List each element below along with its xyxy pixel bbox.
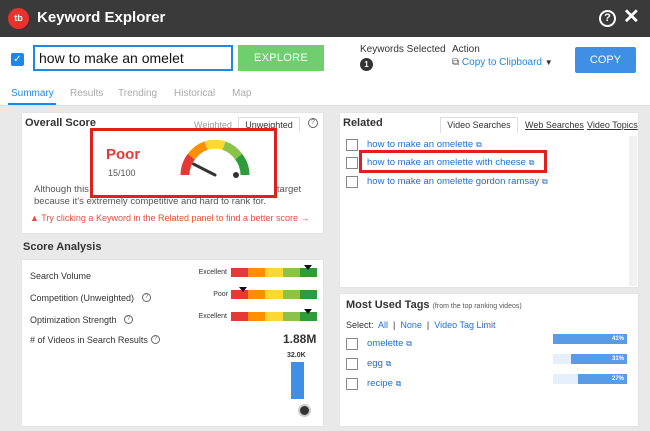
tag-bar-track: 41% <box>553 334 627 344</box>
tag-item[interactable]: omelette ⧉ <box>367 338 412 349</box>
related-item[interactable]: how to make an omelette gordon ramsay ⧉ <box>367 176 548 187</box>
tag-link: recipe <box>367 378 393 389</box>
select-all-link[interactable]: All <box>378 320 388 330</box>
tags-subtitle: (from the top ranking videos) <box>432 303 522 310</box>
tag-select-controls: Select: All | None | Video Tag Limit <box>346 320 496 330</box>
tag-link: egg <box>367 358 383 369</box>
tab-results[interactable]: Results <box>70 88 103 99</box>
score-tip-text: Try clicking a Keyword in the Related pa… <box>41 213 310 223</box>
tab-summary[interactable]: Summary <box>11 88 54 99</box>
tags-header: Most Used Tags (from the top ranking vid… <box>346 299 522 311</box>
tag-bar: 41% <box>553 334 627 344</box>
help-icon[interactable]: ? <box>599 10 616 27</box>
tag-checkbox[interactable] <box>346 378 358 390</box>
videos-in-results-value: 1.88M <box>283 332 317 346</box>
select-label: Select: <box>346 320 374 330</box>
gauge-needle <box>192 162 217 177</box>
external-link-icon: ⧉ <box>395 379 402 388</box>
optimization-marker <box>304 309 312 314</box>
channel-avatar[interactable] <box>298 404 311 417</box>
related-checkbox[interactable] <box>346 139 358 151</box>
videos-in-results-label: # of Videos in Search Results <box>30 335 148 345</box>
tab-web-searches[interactable]: Web Searches <box>525 120 584 130</box>
clipboard-icon: ⧉ <box>452 57 460 68</box>
warning-icon: ▲ <box>30 213 39 223</box>
related-item[interactable]: how to make an omelette ⧉ <box>367 139 482 150</box>
tag-item[interactable]: recipe ⧉ <box>367 378 401 389</box>
close-icon[interactable]: ✕ <box>623 6 640 28</box>
explore-button[interactable]: EXPLORE <box>238 45 324 71</box>
copy-button[interactable]: COPY <box>575 47 636 73</box>
videos-info-icon[interactable]: ? <box>151 335 160 344</box>
related-checkbox[interactable] <box>346 157 358 169</box>
app-logo: tb <box>8 8 29 29</box>
related-scrollbar[interactable] <box>629 136 637 286</box>
tag-bar: 27% <box>578 374 627 384</box>
related-checkbox[interactable] <box>346 176 358 188</box>
external-link-icon: ⧉ <box>406 339 412 348</box>
tab-historical[interactable]: Historical <box>174 88 215 99</box>
tab-map[interactable]: Map <box>232 88 251 99</box>
search-input[interactable] <box>33 45 233 71</box>
video-bar-label: 32.0K <box>287 352 306 359</box>
competition-marker <box>239 287 247 292</box>
video-tag-limit-link[interactable]: Video Tag Limit <box>434 320 495 330</box>
tag-bar-track: 31% <box>553 354 627 364</box>
search-volume-marker <box>304 265 312 270</box>
score-value: 15/100 <box>108 168 136 178</box>
score-analysis-title: Score Analysis <box>23 241 102 253</box>
copy-to-clipboard-label: Copy to Clipboard <box>461 57 542 68</box>
score-tip[interactable]: ▲ Try clicking a Keyword in the Related … <box>30 213 310 223</box>
competition-label: Competition (Unweighted) <box>30 293 135 303</box>
score-rating: Poor <box>106 146 141 163</box>
gauge-seg-yellow <box>204 140 226 150</box>
external-link-icon: ⧉ <box>385 359 392 368</box>
related-item-highlight <box>359 150 547 173</box>
score-gauge <box>180 140 250 178</box>
tag-bar: 31% <box>571 354 627 364</box>
competition-rating: Poor <box>213 291 228 298</box>
tag-checkbox[interactable] <box>346 338 358 350</box>
external-link-icon: ⧉ <box>541 177 548 186</box>
related-link: how to make an omelette gordon ramsay <box>367 176 540 187</box>
tag-item[interactable]: egg ⧉ <box>367 358 391 369</box>
competition-info-icon[interactable]: ? <box>142 293 151 302</box>
tag-bar-track: 27% <box>553 374 627 384</box>
keyword-checkbox[interactable]: ✓ <box>11 53 24 66</box>
action-label: Action <box>452 44 480 55</box>
tags-title: Most Used Tags <box>346 299 430 311</box>
related-link: how to make an omelette <box>367 139 474 150</box>
keywords-selected-label: Keywords Selected <box>360 44 446 55</box>
chevron-down-icon: ▼ <box>544 58 553 67</box>
app-title: Keyword Explorer <box>37 9 166 26</box>
tab-video-searches[interactable]: Video Searches <box>440 117 518 133</box>
related-title: Related <box>343 117 383 129</box>
optimization-rating: Excellent <box>198 313 227 320</box>
tab-video-topics[interactable]: Video Topics <box>587 120 638 130</box>
copy-to-clipboard-dropdown[interactable]: ⧉ Copy to Clipboard ▼ <box>452 57 553 68</box>
gauge-seg-red <box>180 153 196 176</box>
tag-link: omelette <box>367 338 404 349</box>
external-link-icon: ⧉ <box>475 140 482 149</box>
gauge-seg-lightgreen <box>222 141 243 160</box>
gauge-seg-green <box>234 153 250 176</box>
select-none-link[interactable]: None <box>400 320 422 330</box>
active-tab-indicator <box>8 103 56 105</box>
optimization-strength-label: Optimization Strength <box>30 315 117 325</box>
info-icon[interactable]: ? <box>308 118 318 128</box>
gauge-hub <box>233 172 239 178</box>
search-volume-label: Search Volume <box>30 271 92 281</box>
tag-checkbox[interactable] <box>346 358 358 370</box>
keywords-selected-count: 1 <box>360 58 373 71</box>
tab-trending[interactable]: Trending <box>118 88 157 99</box>
overall-score-title: Overall Score <box>25 117 96 129</box>
video-bar <box>291 362 304 399</box>
gauge-seg-orange <box>187 141 208 160</box>
search-volume-rating: Excellent <box>198 269 227 276</box>
optimization-info-icon[interactable]: ? <box>124 315 133 324</box>
